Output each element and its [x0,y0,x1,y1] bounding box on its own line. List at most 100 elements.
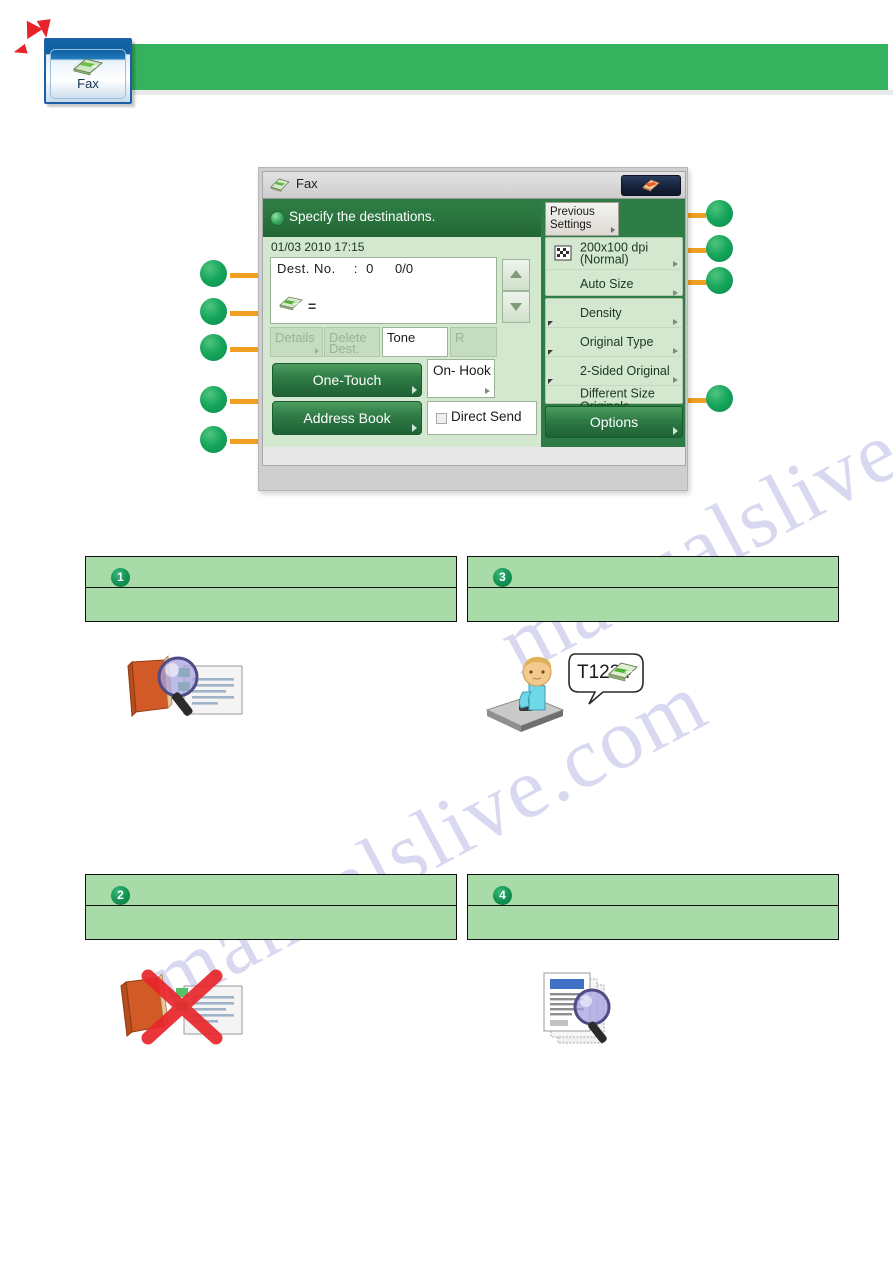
triangle-up-icon [510,270,522,278]
corner-mark-icon [548,350,553,355]
tone-button-label: Tone [387,330,416,345]
chevron-right-icon [412,386,417,394]
options-label: Options [589,414,639,430]
scroll-up-button[interactable] [502,259,530,291]
scan-size-setting[interactable]: Auto Size [546,270,682,298]
paper-stack-button[interactable] [621,175,681,196]
destination-separator: : [353,261,358,276]
r-button[interactable]: R [450,327,497,357]
resolution-label: 200x100 dpi (Normal) [580,240,649,267]
details-button-label: Details [275,330,315,345]
fax-destination-icon [279,296,303,311]
chevron-right-icon [673,290,678,296]
status-bar: Specify the destinations. [263,199,541,237]
section-block-3 [467,556,839,622]
panel-title: Fax [296,176,318,191]
section-number-4: 4 [493,886,512,905]
scroll-down-button[interactable] [502,291,530,323]
chevron-right-icon [673,377,678,383]
settings-group-original: Density Original Type 2-Sided Original D… [545,298,683,413]
callout-bullet-4 [200,386,227,413]
block-divider [468,587,838,588]
top-banner [128,44,888,90]
destination-row-value: = [308,298,317,314]
density-setting[interactable]: Density [546,299,682,328]
callout-bullet-1 [200,260,227,287]
callout-bullet-9 [706,385,733,412]
address-book-search-icon [127,655,243,718]
fax-tab-inner: Fax [50,49,126,99]
panel-right-column: Previous Settings 200x100 dpi (Normal) A… [541,199,685,447]
on-hook-button[interactable]: On- Hook [427,359,495,398]
section-block-2 [85,874,457,940]
callout-bullet-7 [706,235,733,262]
callout-bullet-3 [200,334,227,361]
callout-bullet-8 [706,267,733,294]
chevron-right-icon [673,261,678,267]
section-block-1 [85,556,457,622]
resolution-setting[interactable]: 200x100 dpi (Normal) [546,238,682,270]
destination-label-text: Dest. No. [277,261,336,276]
callout-bullet-6 [706,200,733,227]
resolution-icon [554,245,572,261]
on-hook-label: On- Hook [433,363,491,378]
r-button-label: R [455,330,465,345]
operator-keypad-tone-icon: T1234 [485,653,644,732]
callout-bullet-2 [200,298,227,325]
fax-device-panel: Fax Specify the destinations. 01/03 2010… [258,167,688,491]
corner-mark-icon [548,379,553,384]
panel-left-column: 01/03 2010 17:15 Dest. No. : 0 0/0 = Det… [263,237,541,447]
previous-settings-label: Previous Settings [550,206,595,231]
destination-count: 0/0 [395,261,414,276]
destination-label: Dest. No. : 0 [277,261,374,276]
original-type-label: Original Type [580,334,654,349]
panel-titlebar: Fax [263,172,685,199]
one-touch-button[interactable]: One-Touch [272,363,422,397]
options-button[interactable]: Options [545,406,683,438]
address-book-label: Address Book [303,410,391,426]
chevron-right-icon [412,424,417,432]
sparkle-icon [12,43,28,58]
destination-number: 0 [366,261,374,276]
checkbox-icon[interactable] [436,413,447,424]
datetime-label: 01/03 2010 17:15 [271,240,365,254]
triangle-down-icon [510,303,522,311]
original-type-setting[interactable]: Original Type [546,328,682,357]
address-book-button[interactable]: Address Book [272,401,422,435]
chevron-right-icon [673,319,678,325]
paper-stack-icon [642,179,660,192]
fax-titlebar-icon [270,178,290,192]
direct-send-toggle[interactable]: Direct Send [427,401,537,435]
section-number-1: 1 [111,568,130,587]
chevron-right-icon [485,388,490,394]
previous-settings-button[interactable]: Previous Settings [545,202,619,236]
fax-book-icon [72,58,104,76]
status-bullet-icon [270,211,285,226]
chevron-right-icon [611,227,615,233]
details-button[interactable]: Details [270,327,323,357]
top-banner-shadow [133,90,893,95]
chevron-right-icon [673,348,678,354]
tone-button[interactable]: Tone [382,327,448,357]
callout-bullet-5 [200,426,227,453]
destination-list[interactable]: Dest. No. : 0 0/0 = [270,257,497,324]
direct-send-label: Direct Send [451,409,522,424]
corner-mark-icon [548,321,553,326]
delete-destination-label: Delete Dest. [329,330,367,356]
block-divider [468,905,838,906]
fax-panel-screen-frame: Fax Specify the destinations. 01/03 2010… [262,171,686,466]
two-sided-original-setting[interactable]: 2-Sided Original [546,357,682,386]
fax-tab-button[interactable]: Fax [44,38,132,104]
section-number-3: 3 [493,568,512,587]
section-block-4 [467,874,839,940]
chevron-right-icon [673,427,678,435]
settings-group-resolution: 200x100 dpi (Normal) Auto Size [545,237,683,296]
fax-tab-label: Fax [77,76,99,91]
status-message: Specify the destinations. [289,209,436,224]
panel-screen: Specify the destinations. 01/03 2010 17:… [263,199,685,447]
sparkle-icon [36,19,54,39]
scan-size-label: Auto Size [580,276,634,291]
delete-destination-button[interactable]: Delete Dest. [324,327,380,357]
block-divider [86,905,456,906]
documents-search-icon [543,972,611,1044]
